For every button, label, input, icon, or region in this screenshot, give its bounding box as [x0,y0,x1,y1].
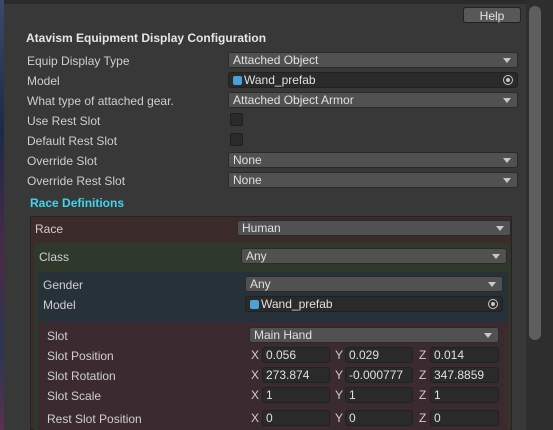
override-rest-slot-label: Override Rest Slot [27,174,126,188]
class-dropdown[interactable]: Any [241,248,507,264]
race-dropdown[interactable]: Human [237,220,511,236]
chevron-down-icon [503,178,511,183]
y-axis-label: Y [335,348,344,362]
rest-slot-position-label: Rest Slot Position [47,412,142,426]
model-object-field[interactable]: Wand_prefab [228,72,518,88]
class-value: Any [246,249,267,263]
override-rest-slot-dropdown[interactable]: None [228,172,518,188]
override-rest-slot-value: None [233,173,262,187]
z-axis-label: Z [419,348,427,362]
override-slot-value: None [233,153,262,167]
attached-gear-type-label: What type of attached gear. [27,94,174,108]
y-axis-label: Y [335,411,344,425]
race-value: Human [242,221,281,235]
override-slot-label: Override Slot [27,154,98,168]
slot-rotation-label: Slot Rotation [47,369,116,383]
object-picker-icon[interactable] [488,299,498,309]
y-axis-label: Y [335,388,344,402]
equip-display-type-dropdown[interactable]: Attached Object [228,52,518,68]
chevron-down-icon [488,282,496,287]
gender-dropdown[interactable]: Any [245,276,503,292]
slot-rotation-x-field[interactable]: 273.874 [262,367,330,383]
model-label: Model [27,74,60,88]
class-label: Class [39,250,70,264]
gender-label: Gender [43,278,84,292]
chevron-down-icon [503,158,511,163]
slot-position-y-field[interactable]: 0.029 [345,347,413,363]
scrollbar-thumb[interactable] [529,6,541,340]
override-slot-dropdown[interactable]: None [228,152,518,168]
model-value: Wand_prefab [244,73,316,87]
z-axis-label: Z [419,388,427,402]
slot-rotation-z-field[interactable]: 347.8859 [430,367,499,383]
z-axis-label: Z [419,411,427,425]
race-definitions-title: Race Definitions [30,196,125,210]
default-rest-slot-label: Default Rest Slot [27,134,118,148]
attached-gear-type-dropdown[interactable]: Attached Object Armor [228,92,518,108]
slot-scale-label: Slot Scale [47,389,102,403]
object-picker-icon[interactable] [503,75,513,85]
y-axis-label: Y [335,368,344,382]
chevron-down-icon [503,98,511,103]
chevron-down-icon [484,333,492,338]
slot-scale-y-field[interactable]: 1 [345,387,413,403]
x-axis-label: X [251,368,260,382]
component-title: Atavism Equipment Display Configuration [26,31,267,45]
z-axis-label: Z [419,368,427,382]
slot-label: Slot [47,329,68,343]
x-axis-label: X [251,388,260,402]
use-rest-slot-checkbox[interactable] [230,113,243,126]
prefab-icon [250,300,259,309]
attached-gear-type-value: Attached Object Armor [233,93,354,107]
gender-value: Any [250,277,271,291]
chevron-down-icon [503,58,511,63]
race-model-label: Model [43,298,76,312]
x-axis-label: X [251,411,260,425]
chevron-down-icon [496,226,504,231]
default-rest-slot-checkbox[interactable] [230,133,243,146]
help-button[interactable]: Help [463,7,521,23]
slot-position-x-field[interactable]: 0.056 [262,347,330,363]
slot-scale-x-field[interactable]: 1 [262,387,330,403]
slot-position-z-field[interactable]: 0.014 [430,347,499,363]
equip-display-type-value: Attached Object [233,53,319,67]
slot-rotation-y-field[interactable]: -0.000777 [345,367,413,383]
slot-position-label: Slot Position [47,349,114,363]
slot-dropdown[interactable]: Main Hand [249,327,499,343]
rest-slot-position-x-field[interactable]: 0 [262,410,330,426]
use-rest-slot-label: Use Rest Slot [27,114,101,128]
race-label: Race [35,222,64,236]
slot-scale-z-field[interactable]: 1 [430,387,499,403]
slot-value: Main Hand [254,328,313,342]
equip-display-type-label: Equip Display Type [27,54,130,68]
x-axis-label: X [251,348,260,362]
race-model-object-field[interactable]: Wand_prefab [245,296,503,312]
rest-slot-position-y-field[interactable]: 0 [345,410,413,426]
chevron-down-icon [492,254,500,259]
rest-slot-position-z-field[interactable]: 0 [430,410,499,426]
prefab-icon [233,76,242,85]
race-model-value: Wand_prefab [261,297,333,311]
